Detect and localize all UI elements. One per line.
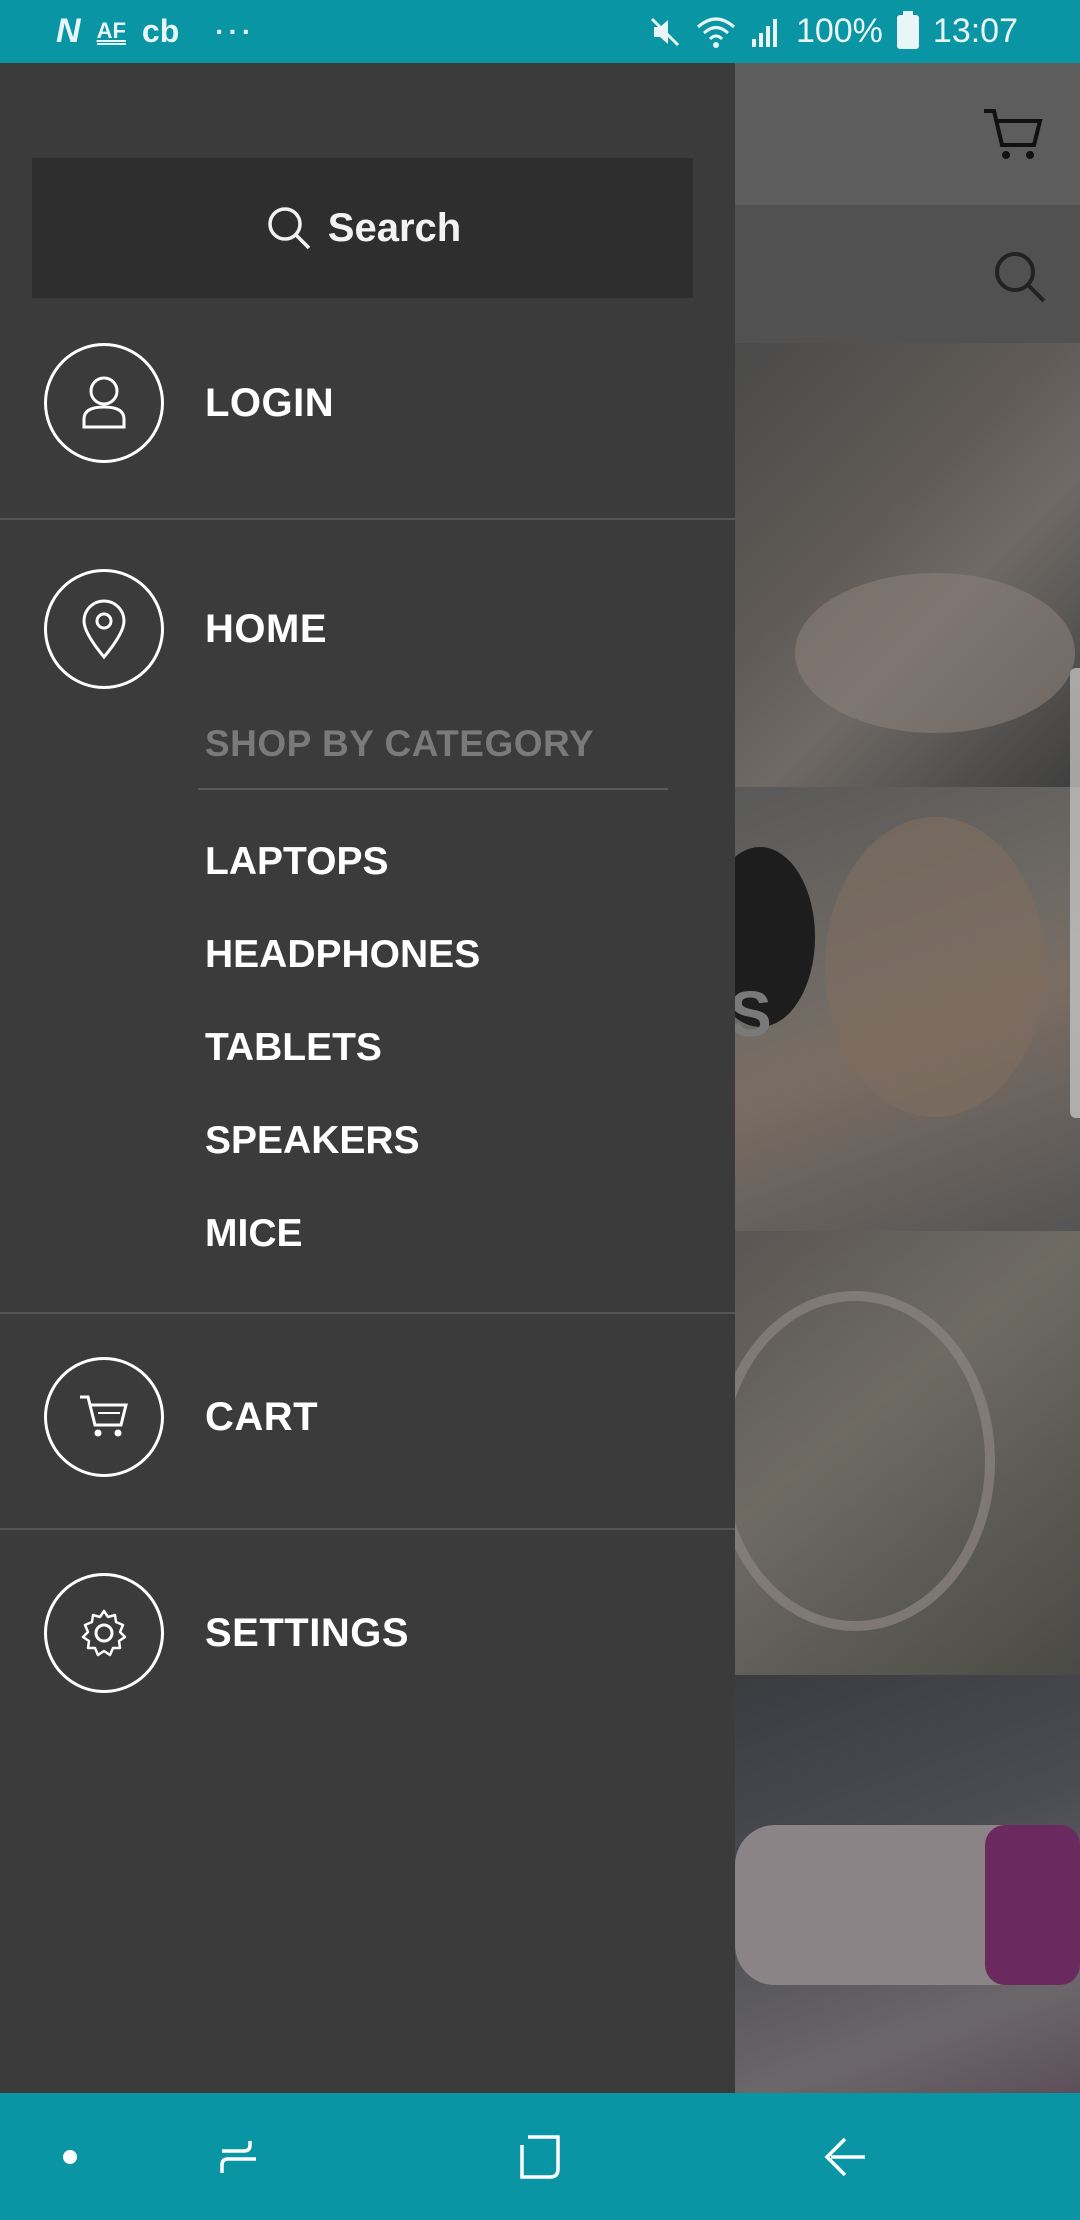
category-tile-speakers[interactable] [735, 1675, 1080, 2119]
divider [0, 1528, 735, 1530]
tile-photo-detail [825, 817, 1045, 1117]
menu-label-settings: SETTINGS [205, 1611, 410, 1655]
recent-apps-icon [216, 2133, 264, 2181]
wheel-shape [735, 1291, 995, 1631]
home-button[interactable] [500, 2093, 580, 2220]
status-bar: N AF cb ··· 100% 13:07 [0, 0, 1080, 63]
category-divider [198, 788, 668, 790]
more-notifications-icon: ··· [215, 15, 256, 47]
divider [0, 1312, 735, 1314]
category-item-tablets[interactable]: TABLETS [205, 1026, 382, 1070]
status-right: 100% 13:07 [648, 10, 1018, 51]
menu-item-login[interactable]: LOGIN [0, 343, 735, 463]
notification-n-icon: N [56, 12, 81, 50]
signal-icon [750, 15, 782, 49]
wifi-icon [696, 15, 736, 49]
recent-apps-button[interactable] [200, 2093, 280, 2220]
status-left: N AF cb ··· [56, 12, 255, 51]
notification-af-icon: AF [96, 17, 126, 45]
category-header: SHOP BY CATEGORY [205, 723, 595, 764]
menu-label-login: LOGIN [205, 381, 335, 425]
back-button[interactable] [805, 2093, 885, 2220]
category-item-speakers[interactable]: SPEAKERS [205, 1119, 420, 1163]
tile-letter: S [735, 978, 772, 1050]
mute-icon [648, 15, 682, 49]
background-search-bar [735, 205, 1080, 343]
back-arrow-icon [821, 2133, 869, 2181]
gear-icon [44, 1573, 164, 1693]
menu-item-settings[interactable]: SETTINGS [0, 1573, 735, 1693]
clock: 13:07 [932, 12, 1018, 50]
scroll-handle[interactable] [1070, 668, 1080, 1118]
category-tile-tablets[interactable] [735, 1231, 1080, 1675]
user-icon [44, 343, 164, 463]
battery-icon [896, 10, 919, 49]
battery-percent: 100% [795, 12, 883, 50]
nav-dot-button[interactable] [40, 2093, 100, 2220]
drawer-search-button[interactable]: Search [32, 158, 693, 298]
menu-label-cart: CART [205, 1395, 319, 1439]
category-item-headphones[interactable]: HEADPHONES [205, 933, 480, 977]
background-top-bar [735, 63, 1080, 205]
menu-label-home: HOME [205, 607, 327, 651]
category-tile-laptops[interactable] [735, 343, 1080, 787]
category-item-laptops[interactable]: LAPTOPS [205, 840, 388, 884]
search-icon[interactable] [990, 247, 1050, 312]
divider [0, 518, 735, 520]
speaker-accent [985, 1825, 1080, 1985]
dot-icon [63, 2149, 77, 2164]
category-tile-headphones[interactable]: S [735, 787, 1080, 1231]
category-item-mice[interactable]: MICE [205, 1212, 303, 1256]
cart-icon[interactable] [980, 103, 1044, 172]
home-square-icon [516, 2133, 564, 2181]
location-pin-icon [44, 569, 164, 689]
menu-item-cart[interactable]: CART [0, 1357, 735, 1477]
notification-cb-icon: cb [141, 13, 180, 49]
navigation-drawer: Search LOGIN HOME SHOP BY CATEGORY LAPTO… [0, 63, 735, 2093]
search-label: Search [327, 205, 462, 250]
cart-icon [44, 1357, 164, 1477]
menu-item-home[interactable]: HOME [0, 569, 735, 689]
search-icon [264, 203, 314, 253]
system-navigation-bar [0, 2093, 1080, 2220]
tile-photo-detail [795, 573, 1075, 733]
